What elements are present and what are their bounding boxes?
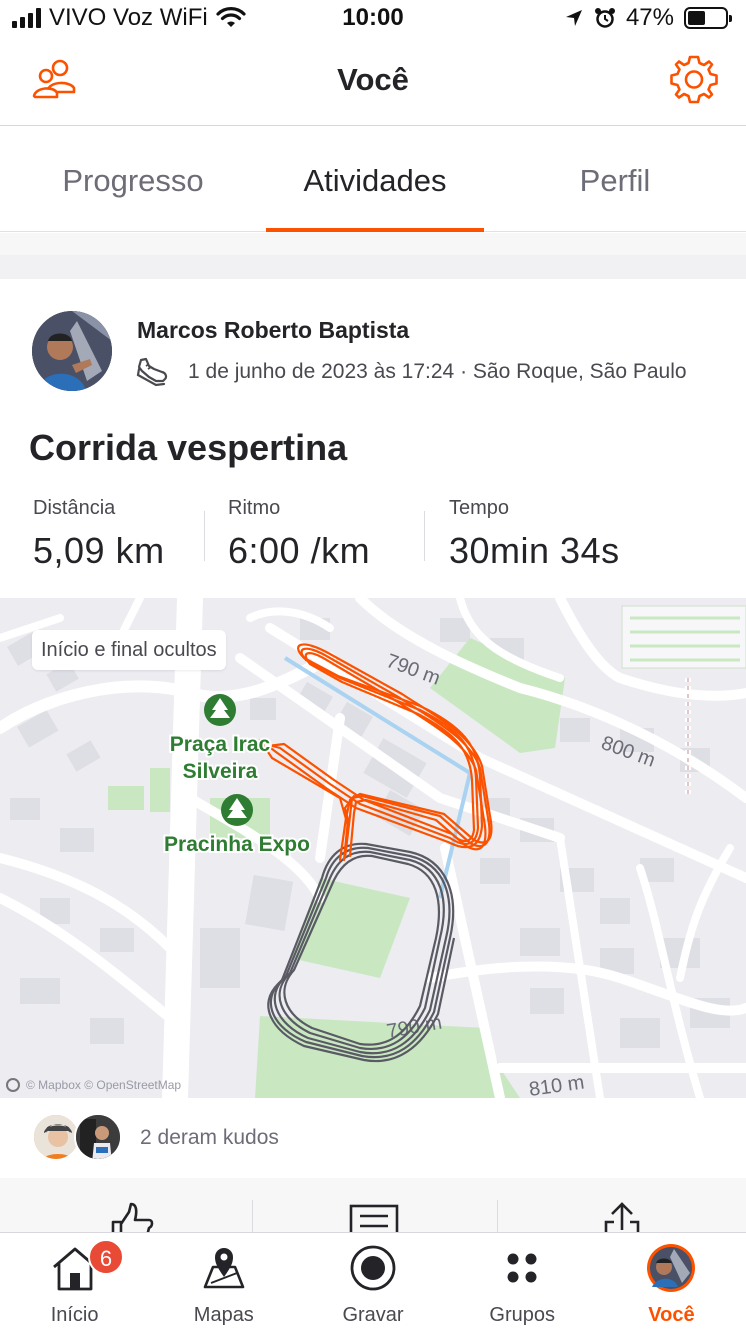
nav-inicio[interactable]: 6 Início [0, 1233, 149, 1334]
kudos-count[interactable]: 2 deram kudos [140, 1126, 279, 1150]
wifi-icon [216, 7, 246, 27]
activity-meta: 1 de junho de 2023 às 17:24 · São Roque,… [136, 357, 687, 387]
tab-atividades[interactable]: Atividades [266, 126, 484, 232]
action-divider [497, 1200, 498, 1232]
tab-perfil[interactable]: Perfil [484, 126, 746, 231]
running-shoe-icon [136, 357, 168, 387]
stat-distance-label: Distância [33, 497, 116, 519]
kudos-avatar [74, 1113, 122, 1161]
record-icon [350, 1245, 396, 1291]
park-label: Praça Irac [170, 733, 271, 756]
app-header: Você [0, 36, 746, 126]
carrier-name: VIVO Voz WiFi [49, 4, 208, 31]
profile-avatar [647, 1244, 696, 1292]
athlete-name[interactable]: Marcos Roberto Baptista [137, 317, 409, 344]
nav-inicio-label: Início [50, 1304, 99, 1326]
page-title: Você [337, 62, 409, 97]
status-left: VIVO Voz WiFi [12, 4, 246, 32]
notification-badge: 6 [88, 1239, 124, 1275]
attribution-text: © Mapbox © OpenStreetMap [26, 1078, 182, 1092]
kudos-avatar [32, 1113, 80, 1161]
location-arrow-icon [565, 10, 582, 26]
share-icon [604, 1202, 640, 1232]
nav-mapas-label: Mapas [193, 1304, 254, 1326]
stat-distance: Distância 5,09 km [33, 497, 165, 572]
park-pin-icon [221, 794, 253, 826]
nav-gravar[interactable]: Gravar [298, 1233, 447, 1334]
battery-icon [684, 7, 732, 29]
stat-pace-value: 6:00 /km [228, 530, 371, 571]
map-attribution[interactable]: © Mapbox © OpenStreetMap [6, 1078, 181, 1092]
nav-gravar-label: Gravar [342, 1304, 404, 1326]
stat-time: Tempo 30min 34s [449, 497, 620, 572]
park-pin-icon [204, 694, 236, 726]
status-right: 47% [564, 4, 732, 32]
status-bar: VIVO Voz WiFi 10:00 47% [0, 0, 746, 36]
comment-icon [349, 1204, 399, 1232]
map-icon [203, 1248, 245, 1289]
activity-stats: Distância 5,09 km Ritmo 6:00 /km Tempo 3… [0, 497, 746, 579]
activity-datetime-location: 1 de junho de 2023 às 17:24 · São Roque,… [188, 360, 687, 383]
privacy-badge: Início e final ocultos [32, 630, 226, 670]
cellular-signal-icon [12, 8, 41, 28]
mapbox-logo-icon [6, 1078, 20, 1092]
nav-mapas[interactable]: Mapas [149, 1233, 298, 1334]
comment-button[interactable] [348, 1200, 400, 1232]
stat-distance-value: 5,09 km [33, 530, 165, 571]
gear-icon [670, 55, 718, 104]
stat-divider [204, 511, 205, 561]
map-canvas: 790 m 800 m 790 m 810 m Praça Irac Silve… [0, 598, 746, 1098]
stat-pace-label: Ritmo [228, 497, 281, 519]
activity-title[interactable]: Corrida vespertina [29, 427, 347, 469]
profile-tabs: Progresso Atividades Perfil [0, 126, 746, 232]
action-divider [252, 1200, 253, 1232]
stat-pace: Ritmo 6:00 /km [228, 497, 370, 572]
kudos-button[interactable] [105, 1200, 155, 1232]
alarm-icon [594, 8, 615, 28]
nav-voce-label: Você [648, 1304, 695, 1326]
tab-progresso[interactable]: Progresso [0, 126, 266, 231]
stat-time-value: 30min 34s [449, 530, 620, 571]
nav-voce[interactable]: Você [597, 1233, 746, 1334]
kudos-avatars [32, 1113, 124, 1163]
battery-percent: 47% [625, 4, 674, 31]
share-button[interactable] [602, 1200, 642, 1232]
nav-grupos-label: Grupos [489, 1304, 555, 1326]
activity-actions [0, 1178, 746, 1232]
stat-time-label: Tempo [449, 497, 510, 519]
stat-divider [424, 511, 425, 561]
park-label: Silveira [183, 760, 258, 783]
bottom-navigation: 6 Início Mapas Gravar Grupos Você [0, 1232, 746, 1334]
section-spacer [0, 233, 746, 279]
athlete-avatar[interactable] [32, 311, 112, 391]
kudos-icon [111, 1202, 154, 1232]
park-label: Pracinha Expo [164, 833, 310, 856]
settings-button[interactable] [668, 54, 720, 106]
kudos-row[interactable]: 2 deram kudos [0, 1098, 746, 1178]
nav-grupos[interactable]: Grupos [448, 1233, 597, 1334]
groups-icon [507, 1253, 537, 1283]
activity-map[interactable]: 790 m 800 m 790 m 810 m Praça Irac Silve… [0, 598, 746, 1098]
